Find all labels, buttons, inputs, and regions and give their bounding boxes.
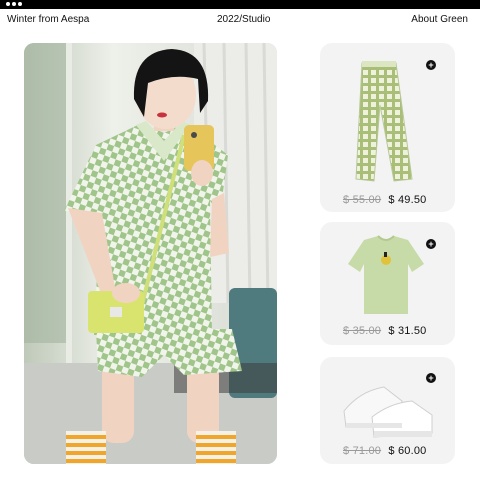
sale-price: $ 49.50: [388, 194, 427, 206]
top-nav: Winter from Aespa 2022/Studio About Gree…: [7, 14, 468, 28]
add-to-cart-button[interactable]: +: [426, 60, 436, 70]
hero-photo: [24, 43, 277, 464]
nav-link-studio[interactable]: 2022/Studio: [217, 14, 270, 25]
price: $ 35.00 $ 31.50: [343, 325, 426, 337]
nav-link-about-green[interactable]: About Green: [411, 14, 468, 25]
old-price: $ 71.00: [343, 445, 382, 457]
checkered-pants-icon: [355, 61, 413, 182]
window-dot-3[interactable]: [18, 2, 22, 6]
window-titlebar: [0, 0, 480, 9]
product-card[interactable]: + $ 71.00 $ 60.00: [320, 357, 455, 464]
old-price: $ 35.00: [343, 325, 382, 337]
old-price: $ 55.00: [343, 194, 382, 206]
price: $ 55.00 $ 49.50: [343, 194, 426, 206]
photo-model-green-outfit-icon: [24, 43, 277, 464]
add-to-cart-button[interactable]: +: [426, 239, 436, 249]
sale-price: $ 60.00: [388, 445, 427, 457]
window-dot-2[interactable]: [12, 2, 16, 6]
price: $ 71.00 $ 60.00: [343, 445, 426, 457]
product-card[interactable]: + $ 55.00 $ 49.50: [320, 43, 455, 212]
nav-link-winter-from-aespa[interactable]: Winter from Aespa: [7, 14, 89, 25]
product-card[interactable]: + $ 35.00 $ 31.50: [320, 222, 455, 345]
window-dot-1[interactable]: [6, 2, 10, 6]
window-controls: [6, 2, 22, 6]
add-to-cart-button[interactable]: +: [426, 373, 436, 383]
sale-price: $ 31.50: [388, 325, 427, 337]
